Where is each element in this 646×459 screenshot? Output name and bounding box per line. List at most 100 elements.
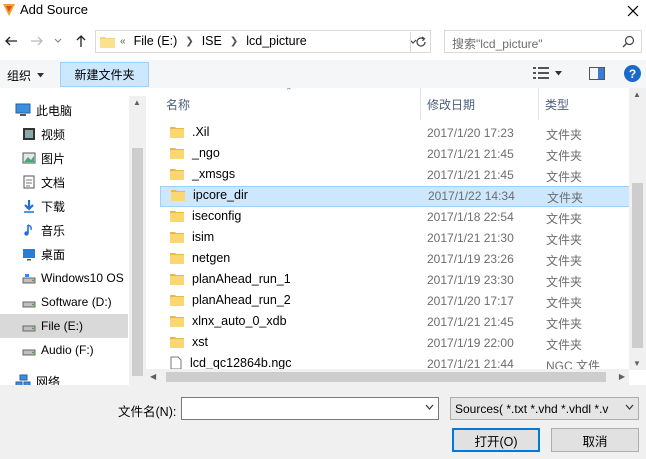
- address-bar[interactable]: « File (E:) ❯ ISE ❯ lcd_picture: [95, 30, 431, 53]
- sidebar-item-label: 此电脑: [36, 103, 73, 118]
- file-list-horizontal-scrollbar[interactable]: ◀ ▶: [146, 369, 629, 385]
- column-header-type[interactable]: 类型: [545, 96, 569, 113]
- scroll-up-arrow[interactable]: ▲: [133, 98, 141, 107]
- file-type: 文件夹: [546, 317, 583, 331]
- column-header-date[interactable]: 修改日期: [427, 96, 475, 113]
- file-date: 2017/1/18 22:54: [427, 210, 514, 224]
- change-view-button[interactable]: [533, 66, 562, 80]
- preview-pane-button[interactable]: [589, 67, 605, 83]
- column-divider[interactable]: [420, 88, 421, 120]
- sidebar-item-desktop[interactable]: 桌面: [0, 242, 128, 266]
- sidebar-item-label: 网络: [36, 374, 61, 386]
- back-button[interactable]: [2, 32, 20, 50]
- network-icon: [15, 374, 31, 385]
- file-type: 文件夹: [546, 212, 583, 226]
- help-button[interactable]: ?: [624, 65, 641, 82]
- folder-icon: [170, 148, 184, 159]
- file-type-filter-select[interactable]: Sources( *.txt *.vhd *.vhdl *.v: [450, 397, 639, 420]
- filename-input[interactable]: [181, 397, 439, 420]
- file-row[interactable]: isim 2017/1/21 21:30 文件夹: [160, 228, 638, 249]
- sidebar-item-pictures[interactable]: 图片: [0, 146, 128, 170]
- search-placeholder: 搜索"lcd_picture": [452, 37, 543, 51]
- file-row[interactable]: planAhead_run_2 2017/1/20 17:17 文件夹: [160, 291, 638, 312]
- close-button[interactable]: [620, 0, 646, 22]
- folder-icon: [170, 253, 184, 264]
- open-button-label: 打开(O): [474, 434, 518, 449]
- chevron-down-icon: [54, 38, 62, 43]
- file-name: xlnx_auto_0_xdb: [192, 314, 287, 328]
- file-date: 2017/1/19 23:30: [427, 273, 514, 287]
- file-row[interactable]: iseconfig 2017/1/18 22:54 文件夹: [160, 207, 638, 228]
- chevron-right-icon[interactable]: ❯: [230, 36, 238, 47]
- breadcrumb-item-drive[interactable]: File (E:): [134, 34, 178, 48]
- sidebar-scroll-thumb[interactable]: [132, 148, 143, 376]
- drive-icon: [22, 325, 36, 332]
- file-row[interactable]: xst 2017/1/19 22:00 文件夹: [160, 333, 638, 354]
- file-row[interactable]: .Xil 2017/1/20 17:23 文件夹: [160, 123, 638, 144]
- chevron-down-icon[interactable]: [425, 404, 434, 410]
- breadcrumb-overflow[interactable]: «: [120, 36, 126, 47]
- file-date: 2017/1/22 14:34: [428, 189, 515, 203]
- file-date: 2017/1/20 17:17: [427, 294, 514, 308]
- filename-label: 文件名(N):: [118, 405, 177, 419]
- breadcrumb-item-ise[interactable]: ISE: [202, 34, 222, 48]
- file-row[interactable]: netgen 2017/1/19 23:26 文件夹: [160, 249, 638, 270]
- sidebar-item-audio-f[interactable]: Audio (F:): [0, 338, 128, 362]
- file-row[interactable]: _xmsgs 2017/1/21 21:45 文件夹: [160, 165, 638, 186]
- column-divider[interactable]: [538, 88, 539, 120]
- sidebar-item-file-e[interactable]: File (E:): [0, 314, 128, 338]
- navigation-bar: « File (E:) ❯ ISE ❯ lcd_picture 搜索"lcd_p…: [0, 28, 646, 54]
- file-name: netgen: [192, 251, 231, 265]
- sidebar-item-label: 桌面: [41, 247, 66, 262]
- file-row[interactable]: _ngo 2017/1/21 21:45 文件夹: [160, 144, 638, 165]
- sidebar-item-videos[interactable]: 视频: [0, 122, 128, 146]
- folder-icon: [170, 337, 184, 348]
- desktop-icon: [23, 249, 35, 261]
- file-type: 文件夹: [546, 254, 583, 268]
- sidebar-item-windows10-os[interactable]: Windows10 OS: [0, 266, 128, 290]
- chevron-down-icon: [625, 404, 634, 410]
- file-row-selected[interactable]: ipcore_dir 2017/1/22 14:34 文件夹: [160, 186, 638, 207]
- file-row[interactable]: xlnx_auto_0_xdb 2017/1/21 21:45 文件夹: [160, 312, 638, 333]
- refresh-button[interactable]: [410, 32, 430, 52]
- folder-icon: [170, 295, 184, 306]
- search-box[interactable]: 搜索"lcd_picture": [444, 30, 642, 53]
- up-button[interactable]: [72, 32, 90, 50]
- open-button[interactable]: 打开(O): [452, 428, 540, 452]
- sidebar-item-label: Windows10 OS: [41, 271, 124, 285]
- sidebar-item-network[interactable]: 网络: [0, 369, 128, 385]
- horizontal-scroll-thumb[interactable]: [166, 372, 606, 382]
- sidebar-item-documents[interactable]: 文档: [0, 170, 128, 194]
- sidebar-item-software-d[interactable]: Software (D:): [0, 290, 128, 314]
- scroll-right-arrow[interactable]: ▶: [619, 372, 625, 381]
- drive-icon: [22, 349, 36, 356]
- sidebar-scrollbar[interactable]: ▲: [129, 96, 146, 385]
- search-icon[interactable]: [622, 35, 635, 48]
- vertical-scroll-thumb[interactable]: [632, 183, 643, 348]
- new-folder-label: 新建文件夹: [74, 68, 135, 82]
- cancel-button[interactable]: 取消: [551, 428, 639, 452]
- file-name: .Xil: [192, 125, 210, 139]
- file-type: 文件夹: [546, 128, 583, 142]
- scroll-up-arrow[interactable]: ▲: [633, 90, 641, 99]
- breadcrumb-item-lcd-picture[interactable]: lcd_picture: [246, 34, 306, 48]
- sidebar-item-this-pc[interactable]: 此电脑: [0, 98, 128, 122]
- file-list-vertical-scrollbar[interactable]: ▲ ▼: [629, 88, 646, 370]
- forward-button[interactable]: [28, 32, 46, 50]
- file-row[interactable]: planAhead_run_1 2017/1/19 23:30 文件夹: [160, 270, 638, 291]
- column-header-row: ⌃ 名称 修改日期 类型: [154, 88, 646, 120]
- sidebar-item-music[interactable]: 音乐: [0, 218, 128, 242]
- chevron-right-icon[interactable]: ❯: [185, 36, 193, 47]
- details-view-icon: [533, 67, 549, 79]
- new-folder-button[interactable]: 新建文件夹: [60, 62, 149, 87]
- scroll-down-arrow[interactable]: ▼: [633, 359, 641, 368]
- column-header-name[interactable]: 名称: [166, 96, 190, 113]
- recent-locations-button[interactable]: [52, 32, 64, 50]
- sidebar-item-downloads[interactable]: 下载: [0, 194, 128, 218]
- organize-menu[interactable]: 组织: [7, 67, 45, 84]
- file-date: 2017/1/21 21:30: [427, 231, 514, 245]
- navigation-pane: 此电脑 视频 图片 文档 下载 音乐 桌面 Windows10 OS Softw…: [0, 96, 146, 385]
- scroll-left-arrow[interactable]: ◀: [150, 372, 156, 381]
- file-type: 文件夹: [546, 338, 583, 352]
- folder-icon: [170, 274, 184, 285]
